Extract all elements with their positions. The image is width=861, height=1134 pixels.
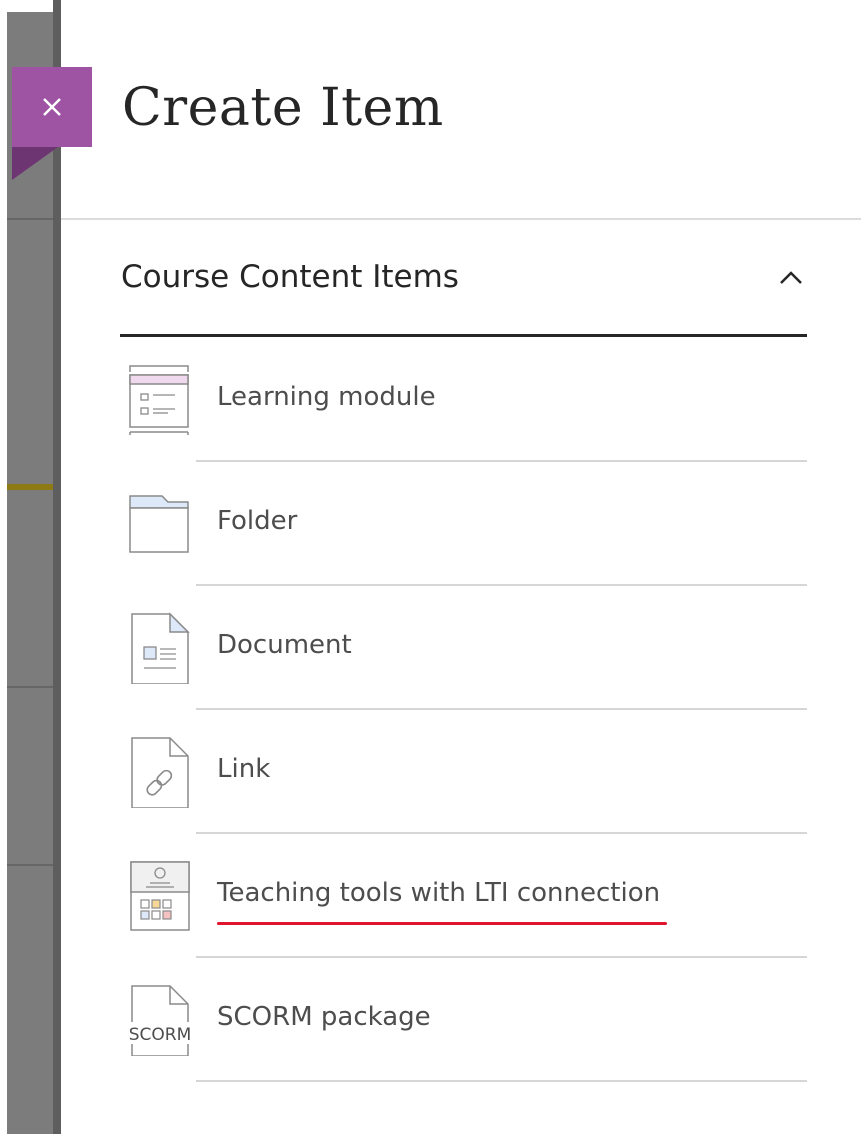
item-label: Folder [217,506,298,536]
folder-icon [129,495,189,553]
divider [7,218,53,220]
close-flag-tail [12,147,58,180]
learning-module-icon [129,365,189,435]
list-item-learning-module[interactable]: Learning module [110,338,807,462]
close-icon [43,98,61,116]
highlight-bar [7,484,53,490]
item-label: SCORM package [217,1002,431,1032]
item-label: Link [217,754,271,784]
close-button[interactable] [12,67,92,147]
chevron-up-icon[interactable] [775,261,807,293]
scorm-icon-text: SCORM [129,1025,192,1045]
item-label: Learning module [217,382,436,412]
top-bar [0,0,61,12]
list-item-scorm-package[interactable]: SCORM SCORM package [110,958,807,1082]
header-divider [61,218,861,220]
link-icon [131,737,189,808]
list-item-folder[interactable]: Folder [110,462,807,586]
section-title: Course Content Items [121,259,459,295]
scorm-icon: SCORM [122,985,192,1056]
divider [7,686,53,688]
item-divider [196,1080,807,1082]
section-header-course-content-items[interactable]: Course Content Items [120,245,807,337]
annotation-underline [217,922,667,925]
item-label: Document [217,630,352,660]
item-label: Teaching tools with LTI connection [217,878,661,908]
list-item-link[interactable]: Link [110,710,807,834]
panel-title: Create Item [122,78,444,138]
document-icon [131,612,190,684]
course-content-items-list: Learning module Folder Document Link Tea… [110,338,807,1082]
list-item-lti-teaching-tools[interactable]: Teaching tools with LTI connection [110,834,807,958]
page-edge [0,0,7,1134]
lti-tool-icon [130,861,190,931]
divider [7,864,53,866]
list-item-document[interactable]: Document [110,586,807,710]
